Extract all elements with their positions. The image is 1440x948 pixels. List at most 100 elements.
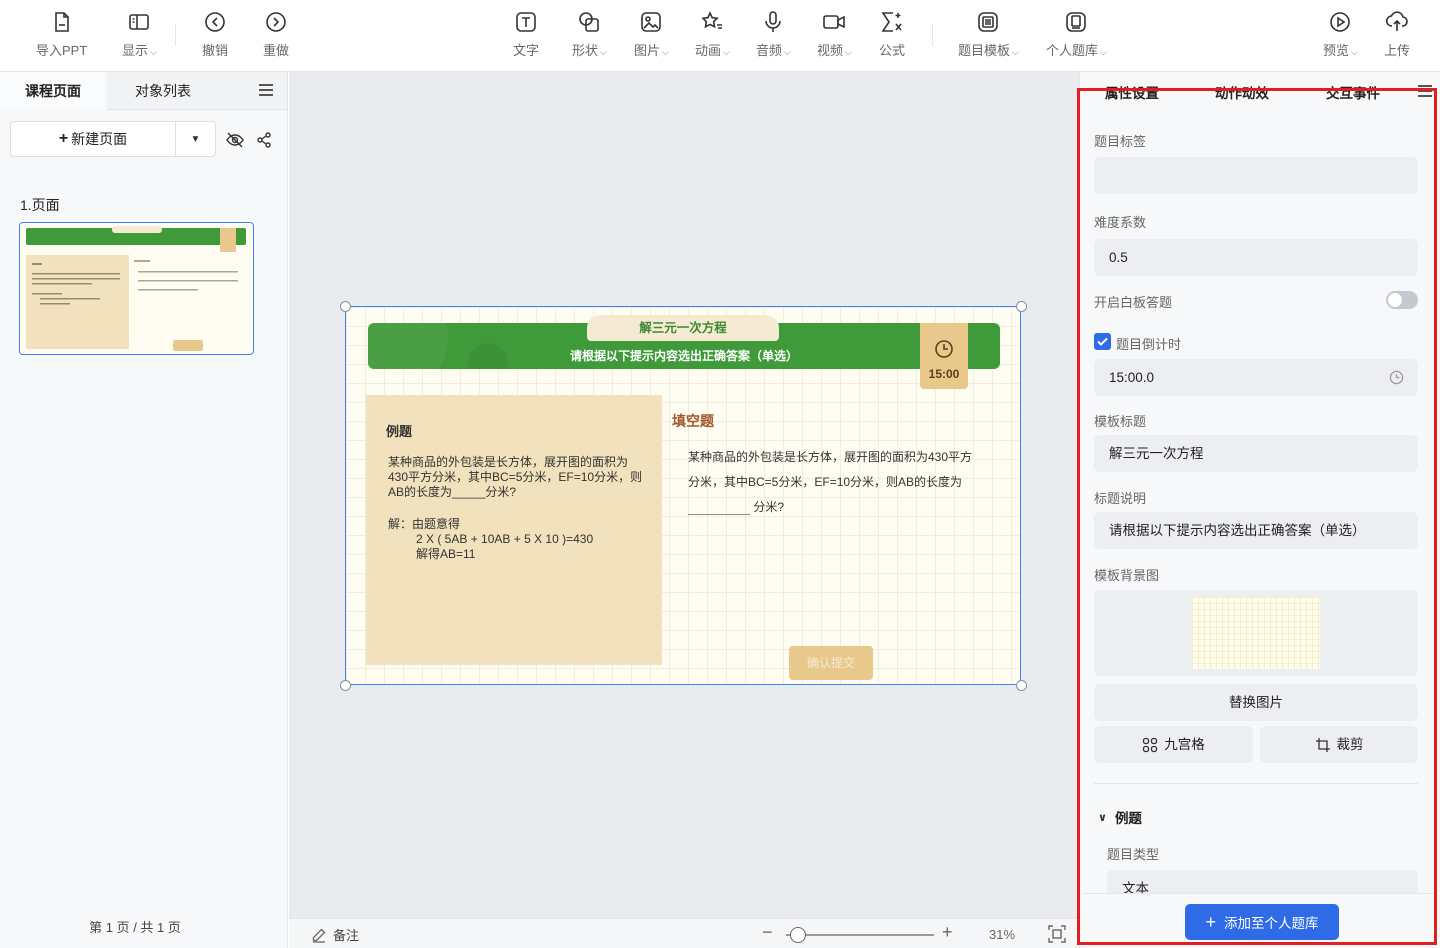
animation-button[interactable]: 动画 ⌵ xyxy=(695,8,730,64)
video-text: 视频 xyxy=(817,43,844,58)
difficulty-label: 难度系数 xyxy=(1094,215,1147,230)
difficulty-input[interactable]: 0.5 xyxy=(1094,239,1418,276)
question-tag-label: 题目标签 xyxy=(1094,134,1147,149)
tab-object-list[interactable]: 对象列表 xyxy=(110,72,216,110)
animation-label: 动画 ⌵ xyxy=(695,40,730,59)
chevron-down-icon: ⌵ xyxy=(845,47,852,57)
text-button[interactable]: 文字 xyxy=(513,8,539,64)
page-thumbnail[interactable] xyxy=(19,222,254,355)
bg-image-preview xyxy=(1094,590,1418,676)
chevron-down-icon: ⌵ xyxy=(150,47,157,57)
nine-grid-button[interactable]: 九宫格 xyxy=(1094,726,1253,763)
new-page-label: 新建页面 xyxy=(71,131,128,147)
tab-actions[interactable]: 动作动效 xyxy=(1215,82,1269,102)
redo-label: 重做 xyxy=(263,43,290,58)
undo-label: 撤销 xyxy=(202,43,229,58)
check-icon xyxy=(1097,337,1108,346)
example-question: 某种商品的外包装是长方体，展开图的面积为430平方分米，其中BC=5分米，EF=… xyxy=(388,455,643,499)
countdown-input[interactable]: 15:00.0 xyxy=(1094,359,1418,396)
crop-icon xyxy=(1315,737,1330,752)
fit-screen-icon[interactable] xyxy=(1048,925,1066,943)
zoom-slider-track[interactable] xyxy=(786,934,934,936)
timer-value: 15:00 xyxy=(928,367,960,381)
hide-icon[interactable] xyxy=(225,130,245,150)
submit-button[interactable]: 确认提交 xyxy=(789,646,873,680)
solution-line: 2 X ( 5AB + 10AB + 5 X 10 )=430 xyxy=(416,532,594,546)
menu-icon[interactable] xyxy=(1418,85,1432,97)
formula-button[interactable]: 公式 xyxy=(879,8,905,64)
zoom-slider-handle[interactable] xyxy=(790,927,806,943)
video-button[interactable]: 视频 ⌵ xyxy=(817,8,852,64)
slide-subtitle: 请根据以下提示内容选出正确答案（单选） xyxy=(569,349,798,363)
resize-handle[interactable] xyxy=(340,301,351,312)
canvas-area: 请根据以下提示内容选出正确答案（单选） 解三元一次方程 15:00 例题 某种商… xyxy=(289,72,1079,918)
solution-line: 解得AB=11 xyxy=(416,547,476,561)
shape-icon xyxy=(579,12,600,32)
share-icon[interactable] xyxy=(254,130,274,150)
template-title-input[interactable]: 解三元一次方程 xyxy=(1094,435,1418,472)
add-to-bank-button[interactable]: + 添加至个人题库 xyxy=(1185,904,1339,940)
personal-bank-text: 个人题库 xyxy=(1046,43,1099,58)
countdown-value: 15:00.0 xyxy=(1109,370,1155,385)
star-icon xyxy=(701,11,723,29)
upload-button[interactable]: 上传 xyxy=(1384,8,1410,64)
whiteboard-toggle[interactable] xyxy=(1386,291,1418,309)
question-tag-input[interactable] xyxy=(1094,157,1418,194)
grid-icon xyxy=(1143,737,1158,752)
replace-image-button[interactable]: 替换图片 xyxy=(1094,684,1418,721)
countdown-checkbox[interactable] xyxy=(1094,333,1111,350)
toggle-knob xyxy=(1388,293,1402,307)
undo-button[interactable]: 撤销 xyxy=(202,8,228,64)
tab-course-pages[interactable]: 课程页面 xyxy=(0,72,106,110)
image-button[interactable]: 图片 ⌵ xyxy=(634,8,669,64)
caret-down-icon: ▼ xyxy=(190,133,201,145)
file-icon xyxy=(54,12,69,32)
solution-line: 解：由题意得 xyxy=(388,517,461,531)
resize-handle[interactable] xyxy=(1016,301,1027,312)
question-template-button[interactable]: 题目模板 ⌵ xyxy=(958,8,1019,64)
fill-in-heading: 填空题 xyxy=(672,413,714,429)
resize-handle[interactable] xyxy=(1016,680,1027,691)
plus-icon: + xyxy=(1205,911,1216,932)
tab-properties[interactable]: 属性设置 xyxy=(1105,82,1159,102)
top-toolbar: 导入PPT 显示 ⌵ 撤销 重做 文字 形状 ⌵ 图片 ⌵ 动画 ⌵ 音频 ⌵ 视频 ⌵ 公… xyxy=(0,0,1440,72)
answer-blank[interactable] xyxy=(688,501,750,515)
audio-button[interactable]: 音频 ⌵ xyxy=(756,8,791,64)
redo-button[interactable]: 重做 xyxy=(263,8,289,64)
chevron-down-icon: ⌵ xyxy=(600,47,607,57)
shape-text: 形状 xyxy=(572,43,599,58)
crop-button[interactable]: 裁剪 xyxy=(1260,726,1418,763)
resize-handle[interactable] xyxy=(340,680,351,691)
clock-icon xyxy=(935,340,953,358)
note-button[interactable]: 备注 xyxy=(311,925,359,944)
redo-icon xyxy=(266,12,286,32)
personal-bank-button[interactable]: 个人题库 ⌵ xyxy=(1046,8,1107,64)
tab-interactions[interactable]: 交互事件 xyxy=(1326,82,1380,102)
undo-icon xyxy=(205,12,225,32)
video-camera-icon xyxy=(823,15,846,29)
zoom-out-button[interactable]: − xyxy=(762,922,773,942)
right-panel: 属性设置 动作动效 交互事件 题目标签 难度系数 0.5 开启白板答题 题目倒计… xyxy=(1079,72,1440,948)
chevron-down-icon: ∨ xyxy=(1098,811,1107,824)
slide[interactable]: 请根据以下提示内容选出正确答案（单选） 解三元一次方程 15:00 例题 某种商… xyxy=(345,306,1021,685)
zoom-in-button[interactable]: + xyxy=(942,922,953,942)
import-ppt-button[interactable]: 导入PPT xyxy=(36,8,87,64)
preview-button[interactable]: 预览 ⌵ xyxy=(1323,8,1358,64)
template-icon xyxy=(978,12,999,32)
example-solution: 解：由题意得 2 X ( 5AB + 10AB + 5 X 10 )=430 解… xyxy=(388,517,593,562)
bottom-bar: 备注 − + 31% xyxy=(289,918,1079,948)
display-label: 显示 ⌵ xyxy=(122,40,157,59)
new-page-dropdown[interactable]: ▼ xyxy=(175,122,215,156)
bg-image-thumbnail xyxy=(1192,597,1320,669)
shape-button[interactable]: 形状 ⌵ xyxy=(572,8,607,64)
menu-icon[interactable] xyxy=(259,84,273,96)
formula-label: 公式 xyxy=(879,43,906,58)
new-page-button[interactable]: + 新建页面 xyxy=(11,122,175,156)
chevron-down-icon: ⌵ xyxy=(1012,47,1019,57)
display-button[interactable]: 显示 ⌵ xyxy=(122,8,157,64)
layout-icon xyxy=(129,14,150,30)
title-desc-input[interactable]: 请根据以下提示内容选出正确答案（单选） xyxy=(1094,512,1418,549)
title-desc-label: 标题说明 xyxy=(1094,491,1147,506)
shape-label: 形状 ⌵ xyxy=(572,40,607,59)
example-section-toggle[interactable]: ∨ 例题 xyxy=(1098,807,1142,827)
